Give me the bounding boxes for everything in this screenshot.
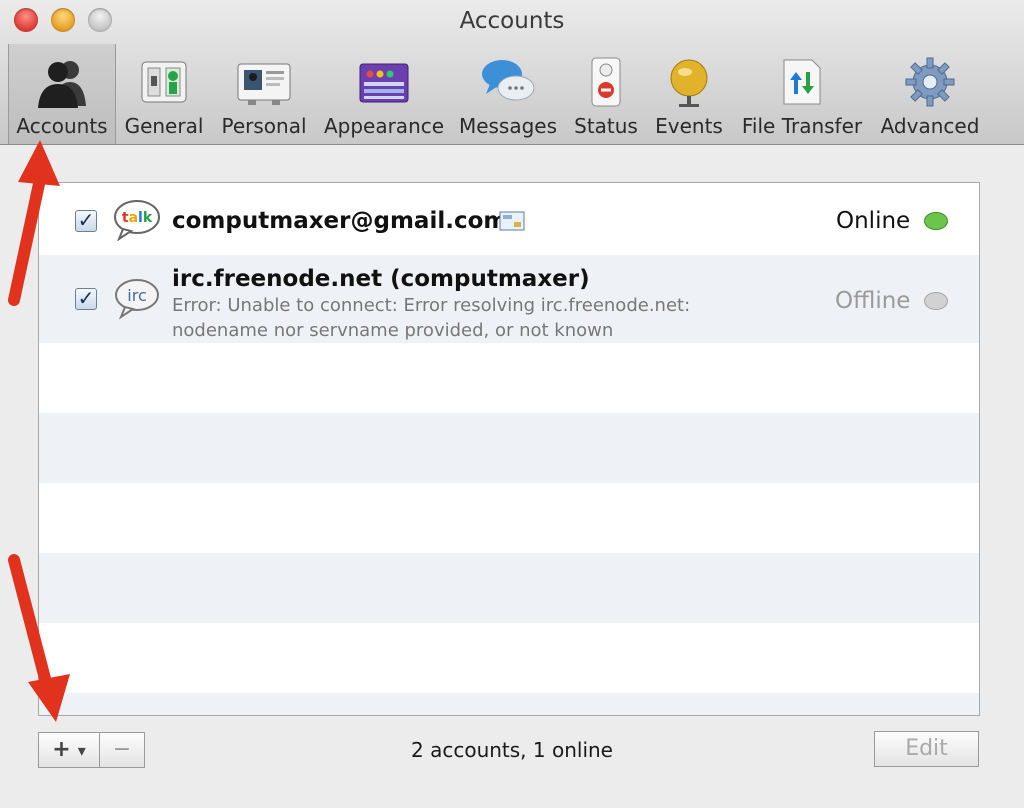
vcard-icon xyxy=(499,211,525,231)
tab-advanced[interactable]: Advanced xyxy=(878,44,982,144)
gear-icon xyxy=(905,57,955,107)
tab-personal[interactable]: Personal xyxy=(218,44,310,144)
speech-bubbles-icon xyxy=(482,60,535,101)
tab-file-transfer[interactable]: File Transfer xyxy=(738,44,866,144)
google-talk-icon: talk xyxy=(114,200,160,241)
tab-label: General xyxy=(124,114,204,138)
irc-icon: irc xyxy=(115,279,159,320)
switch-icon xyxy=(141,61,187,103)
status-text: Online xyxy=(836,208,911,234)
accounts-preferences-window: Accounts Accounts General Personal Appea… xyxy=(0,0,1024,808)
error-line: nodename nor servname provided, or not k… xyxy=(172,320,614,341)
people-icon xyxy=(38,61,86,108)
title-bar: Accounts Accounts General Personal Appea… xyxy=(0,0,1024,145)
list-stripe xyxy=(39,623,979,693)
door-hanger-icon xyxy=(591,57,621,107)
tab-label: Personal xyxy=(221,114,307,138)
list-stripe xyxy=(39,553,979,623)
status-bubble-icon xyxy=(924,292,948,310)
tab-messages[interactable]: Messages xyxy=(456,44,560,144)
tab-label: File Transfer xyxy=(741,114,863,138)
tab-general[interactable]: General xyxy=(122,44,206,144)
account-enabled-checkbox[interactable]: ✓ xyxy=(75,210,97,232)
accounts-summary: 2 accounts, 1 online xyxy=(411,738,613,762)
accounts-list[interactable]: ✓ talk computmaxer@gmail.com Online ✓ ir… xyxy=(38,182,980,716)
tab-appearance[interactable]: Appearance xyxy=(322,44,446,144)
account-enabled-checkbox[interactable]: ✓ xyxy=(75,288,97,310)
error-line: Error: Unable to connect: Error resolvin… xyxy=(172,295,691,316)
account-name: irc.freenode.net (computmaxer) xyxy=(172,266,590,292)
account-row[interactable]: ✓ talk computmaxer@gmail.com Online xyxy=(39,183,979,255)
list-stripe xyxy=(39,343,979,413)
account-name: computmaxer@gmail.com xyxy=(172,208,508,234)
bell-icon xyxy=(670,59,708,107)
tab-status[interactable]: Status xyxy=(572,44,640,144)
status-bubble-icon xyxy=(924,212,948,230)
account-error-message: Error: Unable to connect: Error resolvin… xyxy=(172,293,690,343)
tab-label: Status xyxy=(574,114,638,138)
edit-button[interactable]: Edit xyxy=(874,731,979,767)
svg-text:talk: talk xyxy=(122,210,153,226)
window-title: Accounts xyxy=(459,8,565,34)
tab-label: Advanced xyxy=(880,114,980,138)
list-stripe xyxy=(39,483,979,553)
tab-accounts[interactable]: Accounts xyxy=(8,44,116,144)
tab-label: Messages xyxy=(458,114,558,138)
tab-events[interactable]: Events xyxy=(652,44,726,144)
list-stripe xyxy=(39,413,979,483)
tab-label: Appearance xyxy=(323,114,445,138)
tab-label: Events xyxy=(655,114,723,138)
svg-text:irc: irc xyxy=(127,286,146,305)
tab-label: Accounts xyxy=(16,114,108,138)
id-card-icon xyxy=(237,63,291,105)
palette-window-icon xyxy=(359,63,409,103)
list-stripe xyxy=(39,693,979,715)
transfer-arrows-icon xyxy=(783,59,821,105)
account-row[interactable]: ✓ irc irc.freenode.net (computmaxer) Err… xyxy=(39,255,979,343)
status-text: Offline xyxy=(835,288,911,314)
